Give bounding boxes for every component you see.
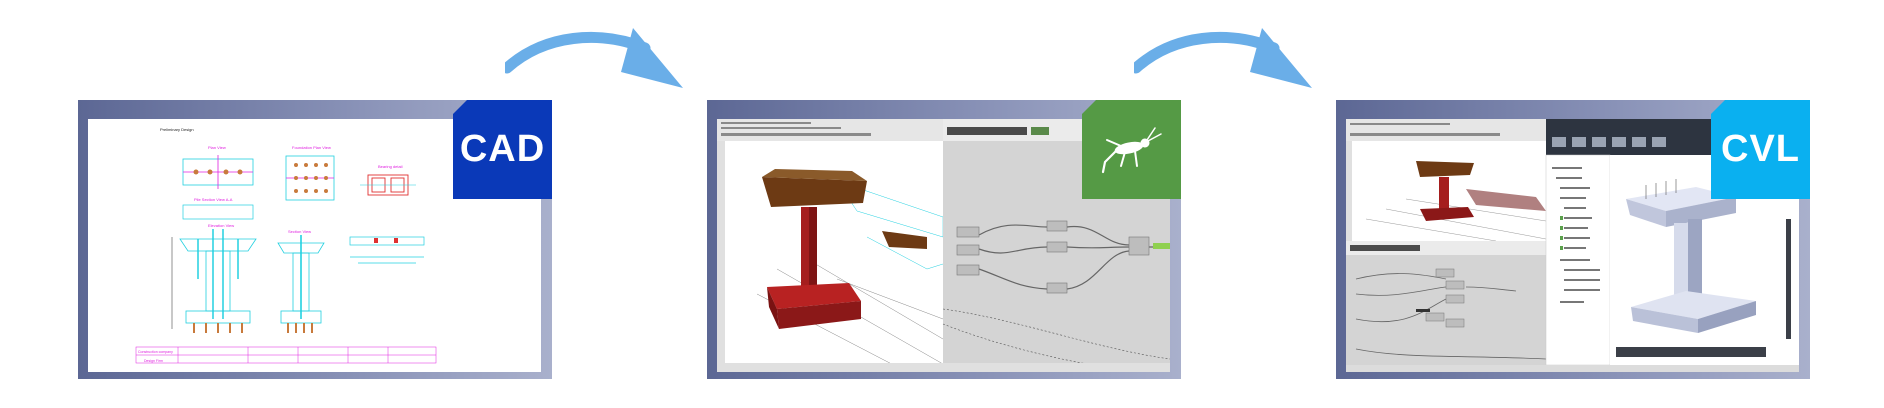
cad-panel: Preliminary Design Plan View Foundation … <box>78 100 552 379</box>
flow-arrow-1 <box>505 28 683 88</box>
arrow-head <box>1250 28 1312 88</box>
cvl-panel: CVL <box>1336 100 1810 379</box>
view-label-elevation: Elevation View <box>208 223 234 228</box>
grasshopper-panel <box>707 100 1181 379</box>
view-label-foundation: Foundation Plan View <box>292 145 331 150</box>
cad-badge: CAD <box>453 100 552 199</box>
title-block-firm: Design Firm <box>144 359 163 363</box>
view-label-bearing: Bearing detail <box>378 164 403 169</box>
cvl-badge-label: CVL <box>1721 128 1800 170</box>
view-label-section: Section View <box>288 229 311 234</box>
title-block-company: Construction company <box>138 350 173 354</box>
flow-arrow-2 <box>1134 28 1312 88</box>
arrow-head <box>621 28 683 88</box>
cad-badge-label: CAD <box>459 128 546 170</box>
grasshopper-badge <box>1082 100 1181 199</box>
sheet-title: Preliminary Design <box>160 127 194 132</box>
view-label-plan: Plan View <box>208 145 226 150</box>
grasshopper-icon <box>1101 126 1162 173</box>
view-label-pile-section: Pile Section View A-A <box>194 197 233 202</box>
cvl-badge: CVL <box>1711 100 1810 199</box>
